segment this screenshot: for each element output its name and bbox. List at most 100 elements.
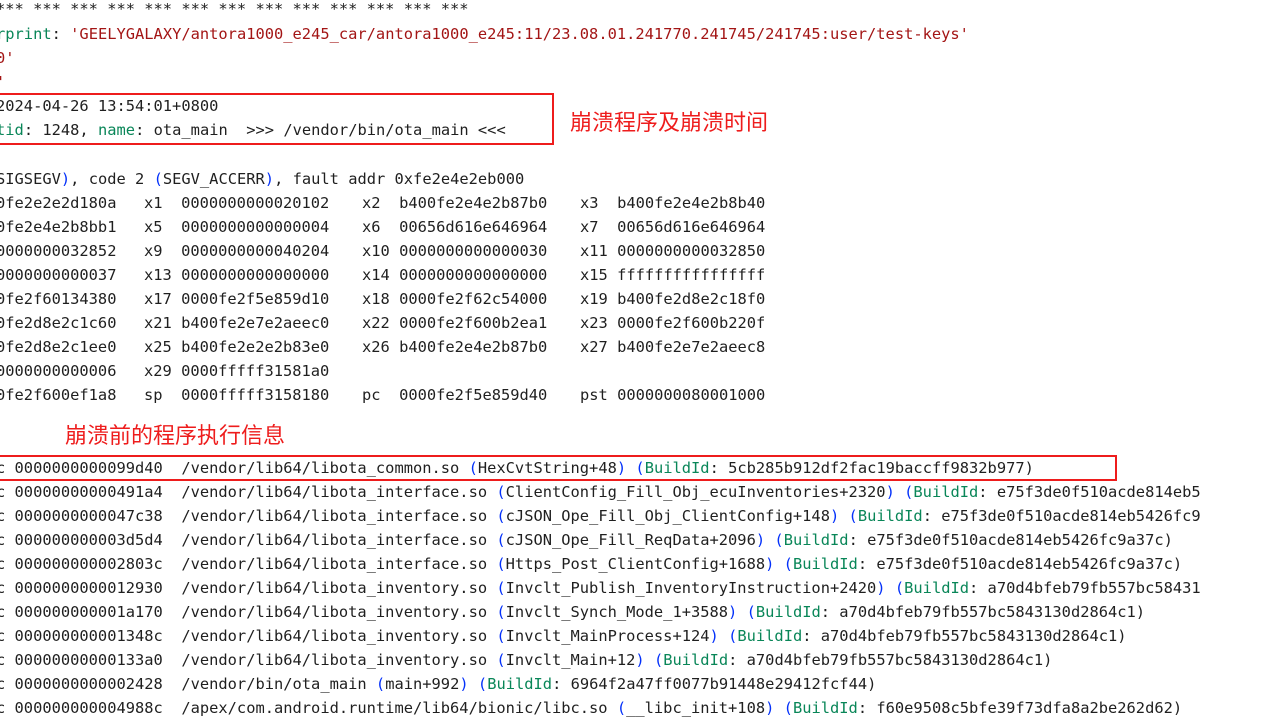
frame-buildid: : 6964f2a47ff0077b91448e29412fcf44) — [552, 675, 877, 693]
register-cell: 0fe2e2e2d180a — [0, 194, 117, 212]
frame-pc: c 0000000000047c38 — [0, 507, 182, 525]
backtrace-frame: c 0000000000047c38 /vendor/lib64/libota_… — [0, 505, 1201, 527]
frame-pc: c 00000000000133a0 — [0, 651, 182, 669]
register-cell: x5 0000000000000004 — [144, 218, 330, 236]
signal-line: SIGSEGV), code 2 (SEGV_ACCERR), fault ad… — [0, 170, 525, 188]
frame-buildid: : e75f3de0f510acde814eb5426fc9a37c) — [857, 555, 1183, 573]
frame-path: /vendor/lib64/libota_inventory.so — [181, 627, 497, 645]
frame-pc: c 000000000003d5d4 — [0, 531, 182, 549]
register-cell: 0fe2f600ef1a8 — [0, 386, 117, 404]
register-cell: pst 0000000080001000 — [580, 386, 766, 404]
register-cell: 0fe2f60134380 — [0, 290, 117, 308]
frame-path: /vendor/lib64/libota_interface.so — [181, 507, 497, 525]
backtrace-frame: c 000000000001a170 /vendor/lib64/libota_… — [0, 601, 1145, 623]
frame-function: Https_Post_ClientConfig+1688 — [505, 555, 766, 573]
register-cell: x21 b400fe2e7e2aeec0 — [144, 314, 330, 332]
register-cell: 0fe2d8e2c1ee0 — [0, 338, 117, 356]
frame-pc: c 0000000000002428 — [0, 675, 182, 693]
frame-function: Invclt_Synch_Mode_1+3588 — [505, 603, 729, 621]
register-cell: 0000000032852 — [0, 242, 117, 260]
register-cell: 0fe2d8e2c1c60 — [0, 314, 117, 332]
frame-pc: c 000000000004988c — [0, 699, 182, 717]
backtrace-frame: c 00000000000133a0 /vendor/lib64/libota_… — [0, 649, 1052, 671]
register-cell: x13 0000000000000000 — [144, 266, 330, 284]
frame-function: Invclt_Publish_InventoryInstruction+2420 — [505, 579, 877, 597]
register-cell: x7 00656d616e646964 — [580, 218, 766, 236]
frame-buildid-key: BuildId — [783, 531, 849, 549]
frame-path: /vendor/lib64/libota_inventory.so — [181, 603, 497, 621]
frame-function: cJSON_Ope_Fill_Obj_ClientConfig+148 — [505, 507, 830, 525]
quote-line: ' — [0, 71, 5, 93]
frame-function: cJSON_Ope_Fill_ReqData+2096 — [505, 531, 756, 549]
frame-function: ClientConfig_Fill_Obj_ecuInventories+232… — [505, 483, 886, 501]
frame-buildid-key: BuildId — [913, 483, 979, 501]
frame-path: /vendor/lib64/libota_inventory.so — [181, 579, 497, 597]
frame-buildid-key: BuildId — [792, 555, 858, 573]
frame-pc: c 0000000000012930 — [0, 579, 182, 597]
backtrace-frame: c 0000000000012930 /vendor/lib64/libota_… — [0, 577, 1201, 599]
register-cell: x9 0000000000040204 — [144, 242, 330, 260]
frame-buildid: : e75f3de0f510acde814eb5 — [978, 483, 1201, 501]
backtrace-frame: c 00000000000491a4 /vendor/lib64/libota_… — [0, 481, 1201, 503]
register-cell: 0fe2e4e2b8bb1 — [0, 218, 117, 236]
frame-pc: c 00000000000491a4 — [0, 483, 182, 501]
backtrace-frame: c 000000000003d5d4 /vendor/lib64/libota_… — [0, 529, 1173, 551]
frame-buildid: : a70d4bfeb79fb557bc5843130d2864c1) — [802, 627, 1127, 645]
register-cell: x14 0000000000000000 — [362, 266, 548, 284]
register-cell: x3 b400fe2e4e2b8b40 — [580, 194, 766, 212]
frame-buildid: : a70d4bfeb79fb557bc5843130d2864c1) — [728, 651, 1053, 669]
frame-buildid-key: BuildId — [487, 675, 553, 693]
crash-info-highlight-box — [0, 93, 554, 145]
frame-buildid-key: BuildId — [792, 699, 858, 717]
register-cell: x22 0000fe2f600b2ea1 — [362, 314, 548, 332]
register-cell: x25 b400fe2e2e2b83e0 — [144, 338, 330, 356]
crash-program-annotation: 崩溃程序及崩溃时间 — [570, 111, 769, 136]
register-cell: x2 b400fe2e4e2b87b0 — [362, 194, 548, 212]
frame-function: __libc_init+108 — [626, 699, 766, 717]
frame-buildid: : e75f3de0f510acde814eb5426fc9a37c) — [848, 531, 1173, 549]
frame-function: Invclt_MainProcess+124 — [505, 627, 710, 645]
backtrace-frame: c 0000000000002428 /vendor/bin/ota_main … — [0, 673, 876, 695]
register-cell: x15 ffffffffffffffff — [580, 266, 766, 284]
frame-pc: c 000000000002803c — [0, 555, 182, 573]
backtrace-frame: c 000000000004988c /apex/com.android.run… — [0, 697, 1182, 719]
register-cell: x10 0000000000000030 — [362, 242, 548, 260]
register-cell: sp 0000fffff3158180 — [144, 386, 330, 404]
backtrace-frame: c 000000000001348c /vendor/lib64/libota_… — [0, 625, 1127, 647]
frame-pc: c 000000000001348c — [0, 627, 182, 645]
frame-function: main+992 — [385, 675, 460, 693]
register-cell: 0000000000006 — [0, 362, 117, 380]
frame-path: /vendor/bin/ota_main — [181, 675, 376, 693]
frame-path: /apex/com.android.runtime/lib64/bionic/l… — [181, 699, 617, 717]
register-cell: x19 b400fe2d8e2c18f0 — [580, 290, 766, 308]
fingerprint-line: rprint: 'GEELYGALAXY/antora1000_e245_car… — [0, 25, 969, 43]
register-cell: x26 b400fe2e4e2b87b0 — [362, 338, 548, 356]
frame-path: /vendor/lib64/libota_inventory.so — [181, 651, 497, 669]
frame-buildid-key: BuildId — [755, 603, 821, 621]
backtrace-frame: c 000000000002803c /vendor/lib64/libota_… — [0, 553, 1182, 575]
first-frame-highlight-box — [0, 455, 1117, 481]
register-cell: x1 0000000000020102 — [144, 194, 330, 212]
trace-annotation: 崩溃前的程序执行信息 — [65, 424, 286, 449]
frame-buildid-key: BuildId — [663, 651, 729, 669]
frame-path: /vendor/lib64/libota_interface.so — [181, 483, 497, 501]
frame-pc: c 000000000001a170 — [0, 603, 182, 621]
register-cell: 0000000000037 — [0, 266, 117, 284]
frame-buildid: : f60e9508c5bfe39f73dfa8a2be262d62) — [857, 699, 1183, 717]
register-cell: x29 0000fffff31581a0 — [144, 362, 330, 380]
frame-buildid: : e75f3de0f510acde814eb5426fc9 — [922, 507, 1201, 525]
frame-path: /vendor/lib64/libota_interface.so — [181, 555, 497, 573]
frame-path: /vendor/lib64/libota_interface.so — [181, 531, 497, 549]
register-cell: x23 0000fe2f600b220f — [580, 314, 766, 332]
revision-line: 0' — [0, 49, 15, 67]
register-cell: x18 0000fe2f62c54000 — [362, 290, 548, 308]
frame-buildid-key: BuildId — [737, 627, 803, 645]
register-cell: pc 0000fe2f5e859d40 — [362, 386, 548, 404]
frame-buildid: : a70d4bfeb79fb557bc58431 — [969, 579, 1201, 597]
frame-buildid-key: BuildId — [904, 579, 970, 597]
register-cell: x17 0000fe2f5e859d10 — [144, 290, 330, 308]
stars-line: *** *** *** *** *** *** *** *** *** *** … — [0, 0, 469, 18]
register-cell: x6 00656d616e646964 — [362, 218, 548, 236]
frame-buildid: : a70d4bfeb79fb557bc5843130d2864c1) — [820, 603, 1146, 621]
register-cell: x27 b400fe2e7e2aeec8 — [580, 338, 766, 356]
